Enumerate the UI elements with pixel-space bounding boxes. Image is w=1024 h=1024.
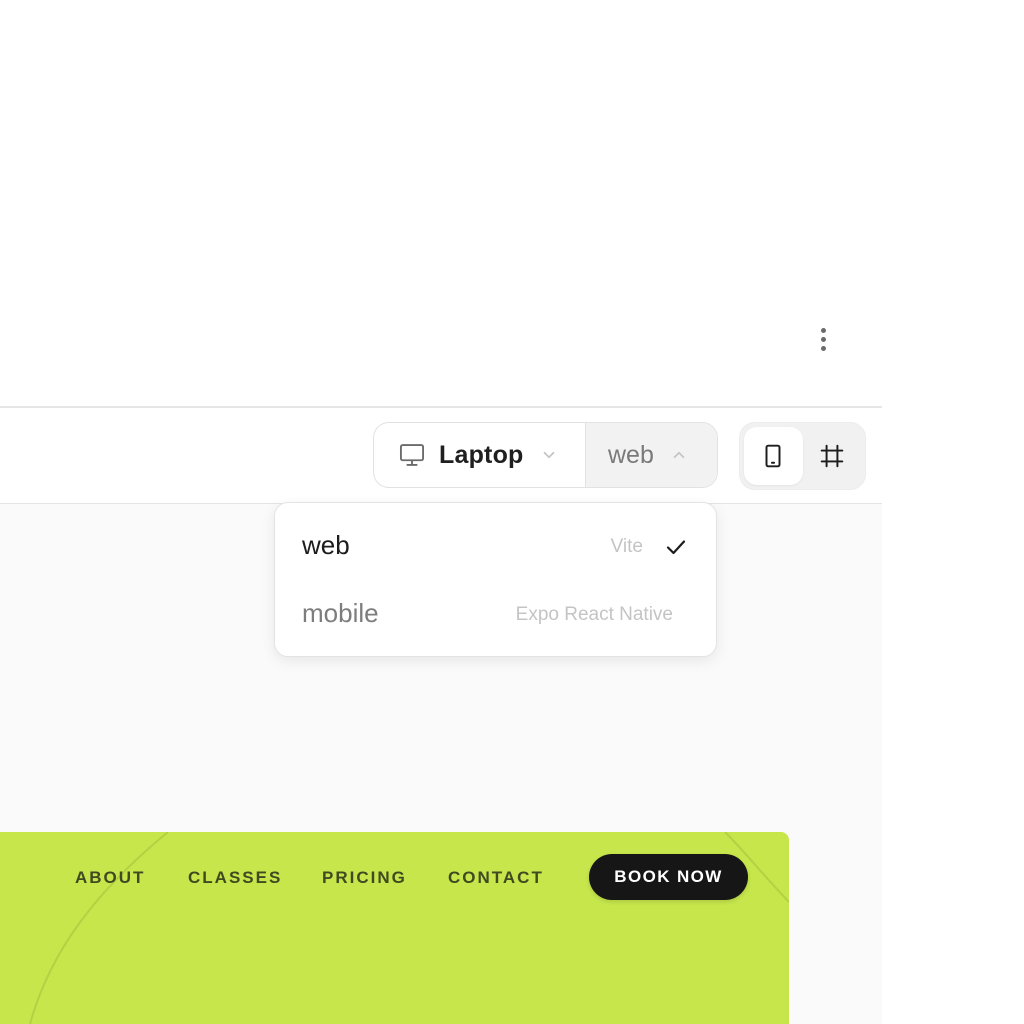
environment-selector: Laptop web <box>373 422 718 488</box>
more-vertical-icon-dot <box>820 345 826 351</box>
nav-link-contact[interactable]: CONTACT <box>448 868 544 888</box>
side-margin <box>882 0 1024 1024</box>
book-now-button[interactable]: BOOK NOW <box>589 854 748 900</box>
frame-icon <box>820 444 844 468</box>
device-select[interactable]: Laptop <box>374 423 585 487</box>
screen: Laptop web ABOUT CLASSES PRICING CONTACT… <box>0 0 1024 1024</box>
more-vertical-icon-dot <box>820 336 826 342</box>
preview-toolbar: Laptop web <box>0 408 882 504</box>
chevron-down-icon <box>543 451 554 459</box>
platform-option-mobile[interactable]: mobile Expo React Native <box>275 581 716 647</box>
device-label: Laptop <box>439 440 524 469</box>
site-nav: ABOUT CLASSES PRICING CONTACT BOOK NOW <box>0 832 789 924</box>
monitor-icon <box>399 444 425 466</box>
site-preview: ABOUT CLASSES PRICING CONTACT BOOK NOW <box>0 832 789 1024</box>
option-label: web <box>302 530 350 560</box>
chevron-up-icon <box>673 451 685 459</box>
more-options-button[interactable] <box>807 322 839 356</box>
nav-link-classes[interactable]: CLASSES <box>188 868 282 888</box>
nav-link-about[interactable]: ABOUT <box>75 868 145 888</box>
platform-select[interactable]: web <box>585 423 717 487</box>
more-vertical-icon <box>820 327 826 333</box>
platform-label: web <box>608 440 654 469</box>
check-icon <box>666 540 686 555</box>
nav-link-pricing[interactable]: PRICING <box>322 868 407 888</box>
view-toggle <box>739 422 866 490</box>
app-area: Laptop web ABOUT CLASSES PRICING CONTACT… <box>0 0 882 1024</box>
platform-dropdown: web Vite mobile Expo React Native <box>274 502 717 657</box>
tablet-view-button[interactable] <box>744 427 803 485</box>
tablet-icon <box>765 444 781 468</box>
option-meta: Expo React Native <box>515 604 673 625</box>
option-meta: Vite <box>610 536 643 557</box>
frame-view-button[interactable] <box>803 427 862 485</box>
platform-option-web[interactable]: web Vite <box>275 513 716 579</box>
option-label: mobile <box>302 598 379 628</box>
